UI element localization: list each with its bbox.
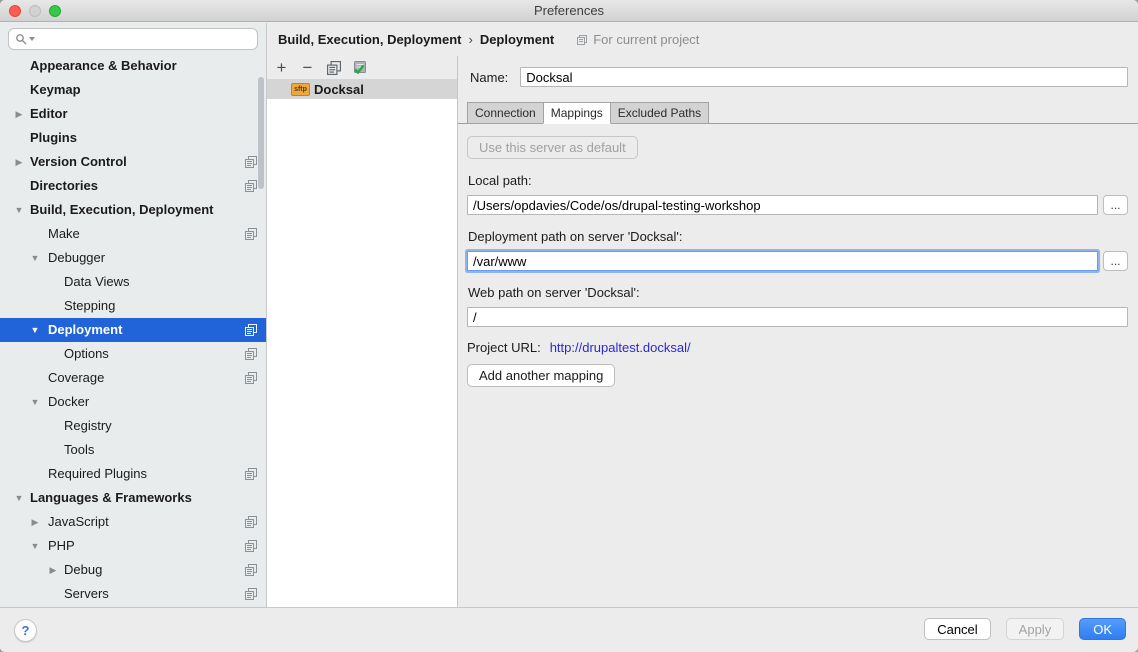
expand-arrow-icon[interactable]: ▶ — [46, 558, 60, 582]
sidebar-item-tools[interactable]: Tools — [0, 438, 266, 462]
server-tabs: Connection Mappings Excluded Paths — [467, 102, 1128, 124]
project-url-link[interactable]: http://drupaltest.docksal/ — [550, 340, 691, 355]
add-another-mapping-button[interactable]: Add another mapping — [467, 364, 615, 387]
server-name-label: Docksal — [314, 82, 364, 97]
expand-arrow-icon[interactable]: ▶ — [28, 510, 42, 534]
settings-search[interactable] — [8, 28, 258, 50]
settings-tree: Appearance & BehaviorKeymap▶EditorPlugin… — [0, 54, 266, 606]
zoom-button[interactable] — [49, 5, 61, 17]
local-path-label: Local path: — [468, 173, 1128, 188]
name-label: Name: — [470, 70, 508, 85]
ok-button[interactable]: OK — [1079, 618, 1126, 640]
sidebar-item-php[interactable]: ▼PHP — [0, 534, 266, 558]
local-path-input[interactable] — [467, 195, 1098, 215]
add-server-button[interactable]: + — [274, 60, 289, 75]
server-list-toolbar: + − — [267, 56, 457, 79]
sidebar-item-languages-frameworks[interactable]: ▼Languages & Frameworks — [0, 486, 266, 510]
sidebar-item-appearance-behavior[interactable]: Appearance & Behavior — [0, 54, 266, 78]
breadcrumb: Build, Execution, Deployment › Deploymen… — [267, 23, 1138, 56]
collapse-arrow-icon[interactable]: ▼ — [28, 318, 42, 342]
footer-bar: ? Cancel Apply OK — [0, 607, 1138, 652]
collapse-arrow-icon[interactable]: ▼ — [28, 390, 42, 414]
expand-arrow-icon[interactable]: ▶ — [12, 102, 26, 126]
server-settings-panel: Name: Connection Mappings Excluded Paths… — [457, 56, 1138, 607]
tab-excluded-paths[interactable]: Excluded Paths — [610, 102, 709, 124]
scope-note-label: For current project — [593, 32, 699, 47]
server-list-item-docksal[interactable]: sftp Docksal — [267, 79, 457, 99]
search-options-caret-icon[interactable] — [29, 37, 35, 41]
sidebar-item-servers[interactable]: Servers — [0, 582, 266, 606]
sidebar-item-keymap[interactable]: Keymap — [0, 78, 266, 102]
project-url-label: Project URL: — [467, 340, 541, 355]
minimize-button — [29, 5, 41, 17]
search-input[interactable] — [38, 31, 251, 48]
sftp-server-icon: sftp — [291, 83, 310, 96]
sidebar-item-build-execution-deployment[interactable]: ▼Build, Execution, Deployment — [0, 198, 266, 222]
sidebar-item-plugins[interactable]: Plugins — [0, 126, 266, 150]
use-as-default-button[interactable] — [352, 60, 367, 75]
per-project-icon — [576, 34, 588, 46]
web-path-input[interactable] — [467, 307, 1128, 327]
scope-note: For current project — [576, 32, 699, 47]
sidebar-scrollbar[interactable] — [258, 77, 264, 189]
sidebar-item-make[interactable]: Make — [0, 222, 266, 246]
title-bar: Preferences — [0, 0, 1138, 22]
sidebar-item-debugger[interactable]: ▼Debugger — [0, 246, 266, 270]
remove-server-button[interactable]: − — [300, 60, 315, 75]
sidebar-item-options[interactable]: Options — [0, 342, 266, 366]
server-list-panel: + − — [267, 56, 457, 607]
tab-mappings[interactable]: Mappings — [543, 102, 611, 124]
collapse-arrow-icon[interactable]: ▼ — [12, 486, 26, 510]
close-button[interactable] — [9, 5, 21, 17]
sidebar-item-docker[interactable]: ▼Docker — [0, 390, 266, 414]
sidebar-item-data-views[interactable]: Data Views — [0, 270, 266, 294]
window-title: Preferences — [0, 0, 1138, 22]
breadcrumb-parent[interactable]: Build, Execution, Deployment — [278, 32, 461, 47]
collapse-arrow-icon[interactable]: ▼ — [28, 534, 42, 558]
apply-button[interactable]: Apply — [1006, 618, 1065, 640]
settings-sidebar: Appearance & BehaviorKeymap▶EditorPlugin… — [0, 23, 267, 607]
use-server-as-default-button[interactable]: Use this server as default — [467, 136, 638, 159]
sidebar-item-javascript[interactable]: ▶JavaScript — [0, 510, 266, 534]
tab-connection[interactable]: Connection — [467, 102, 544, 124]
expand-arrow-icon[interactable]: ▶ — [12, 150, 26, 174]
preferences-window: Preferences Appearance & BehaviorKeymap▶… — [0, 0, 1138, 652]
sidebar-item-stepping[interactable]: Stepping — [0, 294, 266, 318]
sidebar-item-registry[interactable]: Registry — [0, 414, 266, 438]
copy-server-button[interactable] — [326, 60, 341, 75]
web-path-label: Web path on server 'Docksal': — [468, 285, 1128, 300]
collapse-arrow-icon[interactable]: ▼ — [28, 246, 42, 270]
browse-local-path-button[interactable]: ... — [1103, 195, 1128, 215]
deployment-path-input[interactable] — [467, 251, 1098, 271]
browse-deployment-path-button[interactable]: ... — [1103, 251, 1128, 271]
sidebar-item-coverage[interactable]: Coverage — [0, 366, 266, 390]
sidebar-item-required-plugins[interactable]: Required Plugins — [0, 462, 266, 486]
sidebar-item-deployment[interactable]: ▼Deployment — [0, 318, 266, 342]
sidebar-item-directories[interactable]: Directories — [0, 174, 266, 198]
search-icon — [15, 33, 28, 46]
deployment-path-label: Deployment path on server 'Docksal': — [468, 229, 1128, 244]
collapse-arrow-icon[interactable]: ▼ — [12, 198, 26, 222]
name-input[interactable] — [520, 67, 1128, 87]
cancel-button[interactable]: Cancel — [924, 618, 990, 640]
sidebar-item-version-control[interactable]: ▶Version Control — [0, 150, 266, 174]
breadcrumb-separator: › — [468, 32, 472, 47]
sidebar-item-editor[interactable]: ▶Editor — [0, 102, 266, 126]
breadcrumb-current: Deployment — [480, 32, 554, 47]
help-button[interactable]: ? — [14, 619, 37, 642]
sidebar-item-debug[interactable]: ▶Debug — [0, 558, 266, 582]
